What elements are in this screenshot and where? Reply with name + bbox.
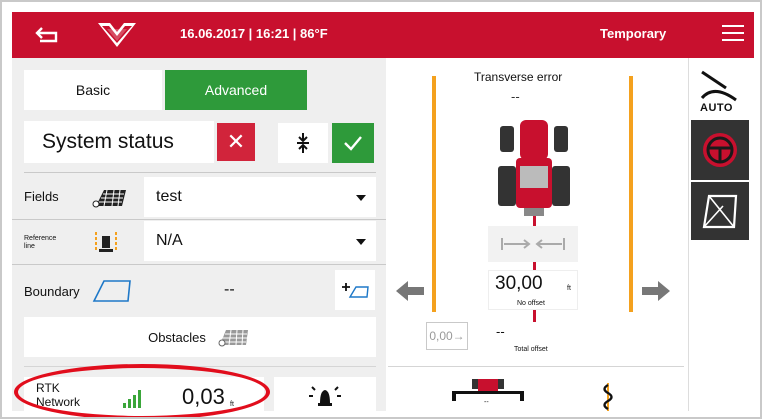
tractor-icon: [498, 120, 570, 216]
brand-logo: [98, 23, 136, 47]
rtk-accuracy-value: 0,03: [182, 384, 225, 409]
tab-basic[interactable]: Basic: [24, 70, 162, 110]
obstacles-label: Obstacles: [148, 329, 206, 345]
boundary-label: Boundary: [24, 284, 80, 299]
add-boundary-icon: [342, 283, 369, 298]
steering-wheel-button[interactable]: [691, 120, 749, 180]
alarm-bell-icon: [309, 386, 341, 406]
reference-line-dropdown[interactable]: N/A: [144, 221, 376, 261]
total-offset-value: --: [496, 324, 505, 339]
fields-label: Fields: [24, 189, 59, 204]
reference-line-value: N/A: [156, 232, 183, 249]
implement-icon: [452, 379, 524, 401]
system-status-button[interactable]: System status: [24, 121, 214, 163]
header-bar: 16.06.2017 | 16:21 | 86°F Temporary: [12, 12, 754, 58]
transverse-error-label: Transverse error: [474, 70, 563, 84]
offset-value: 30,00: [495, 273, 543, 294]
hamburger-menu-icon[interactable]: [722, 25, 744, 45]
divider: [388, 366, 684, 367]
reference-line-label: Reference line: [24, 235, 57, 250]
rtk-accuracy-unit: ft: [230, 401, 234, 408]
boundary-value: --: [224, 281, 235, 298]
rtk-status-panel[interactable]: RTK Network 0,03 ft: [24, 377, 264, 417]
divider: [24, 172, 376, 173]
profile-mode-label[interactable]: Temporary: [600, 26, 666, 41]
offset-indicator: [488, 226, 578, 262]
back-button[interactable]: [32, 22, 62, 48]
reference-line-icon: [95, 232, 117, 252]
transverse-error-value: --: [511, 89, 520, 104]
align-toggle-button[interactable]: [278, 123, 328, 163]
contour-guidance-button[interactable]: [558, 377, 658, 417]
system-status-label: System status: [42, 130, 174, 153]
divider: [12, 264, 386, 265]
auto-label: AUTO: [700, 102, 733, 114]
field-map-button[interactable]: [691, 182, 749, 240]
obstacle-grid-icon: [218, 329, 248, 347]
offset-arrows-icon: [501, 238, 565, 250]
shift-left-arrow-icon[interactable]: [394, 279, 426, 303]
app-frame: 16.06.2017 | 16:21 | 86°F Temporary Basi…: [0, 0, 762, 419]
boundary-shape-icon: [92, 280, 131, 302]
offset-step-button[interactable]: 0,00→: [426, 322, 468, 350]
steering-wheel-icon: [703, 133, 737, 167]
signal-strength-icon: [123, 390, 141, 408]
chevron-down-icon: [356, 195, 366, 201]
implement-value: --: [484, 399, 489, 406]
alarm-button[interactable]: [274, 377, 376, 417]
back-arrow-icon: [35, 27, 58, 43]
offset-value-box[interactable]: 30,00 ft No offset: [488, 270, 578, 310]
shift-right-arrow-icon[interactable]: [640, 279, 672, 303]
status-ok-icon[interactable]: [332, 123, 374, 163]
field-grid-icon: [92, 189, 126, 208]
offset-unit: ft: [567, 285, 571, 292]
divider: [24, 366, 376, 367]
chevron-down-icon: [356, 239, 366, 245]
total-offset-label: Total offset: [514, 346, 548, 353]
right-guidance-line: [629, 76, 633, 312]
datetime-readout: 16.06.2017 | 16:21 | 86°F: [180, 26, 328, 41]
fields-value: test: [156, 188, 182, 205]
status-error-icon[interactable]: ✕: [217, 123, 255, 161]
offset-sublabel: No offset: [517, 300, 545, 307]
divider: [12, 219, 386, 220]
tab-advanced[interactable]: Advanced: [165, 70, 307, 110]
add-boundary-button[interactable]: [335, 270, 375, 310]
field-map-icon: [702, 194, 738, 229]
contour-line-icon: [603, 383, 613, 411]
left-guidance-line: [432, 76, 436, 312]
compress-arrows-icon: [297, 133, 309, 153]
rtk-label: RTK Network: [36, 381, 81, 409]
fields-dropdown[interactable]: test: [144, 177, 376, 217]
implement-button[interactable]: --: [436, 377, 540, 417]
obstacles-button[interactable]: Obstacles: [24, 317, 376, 357]
